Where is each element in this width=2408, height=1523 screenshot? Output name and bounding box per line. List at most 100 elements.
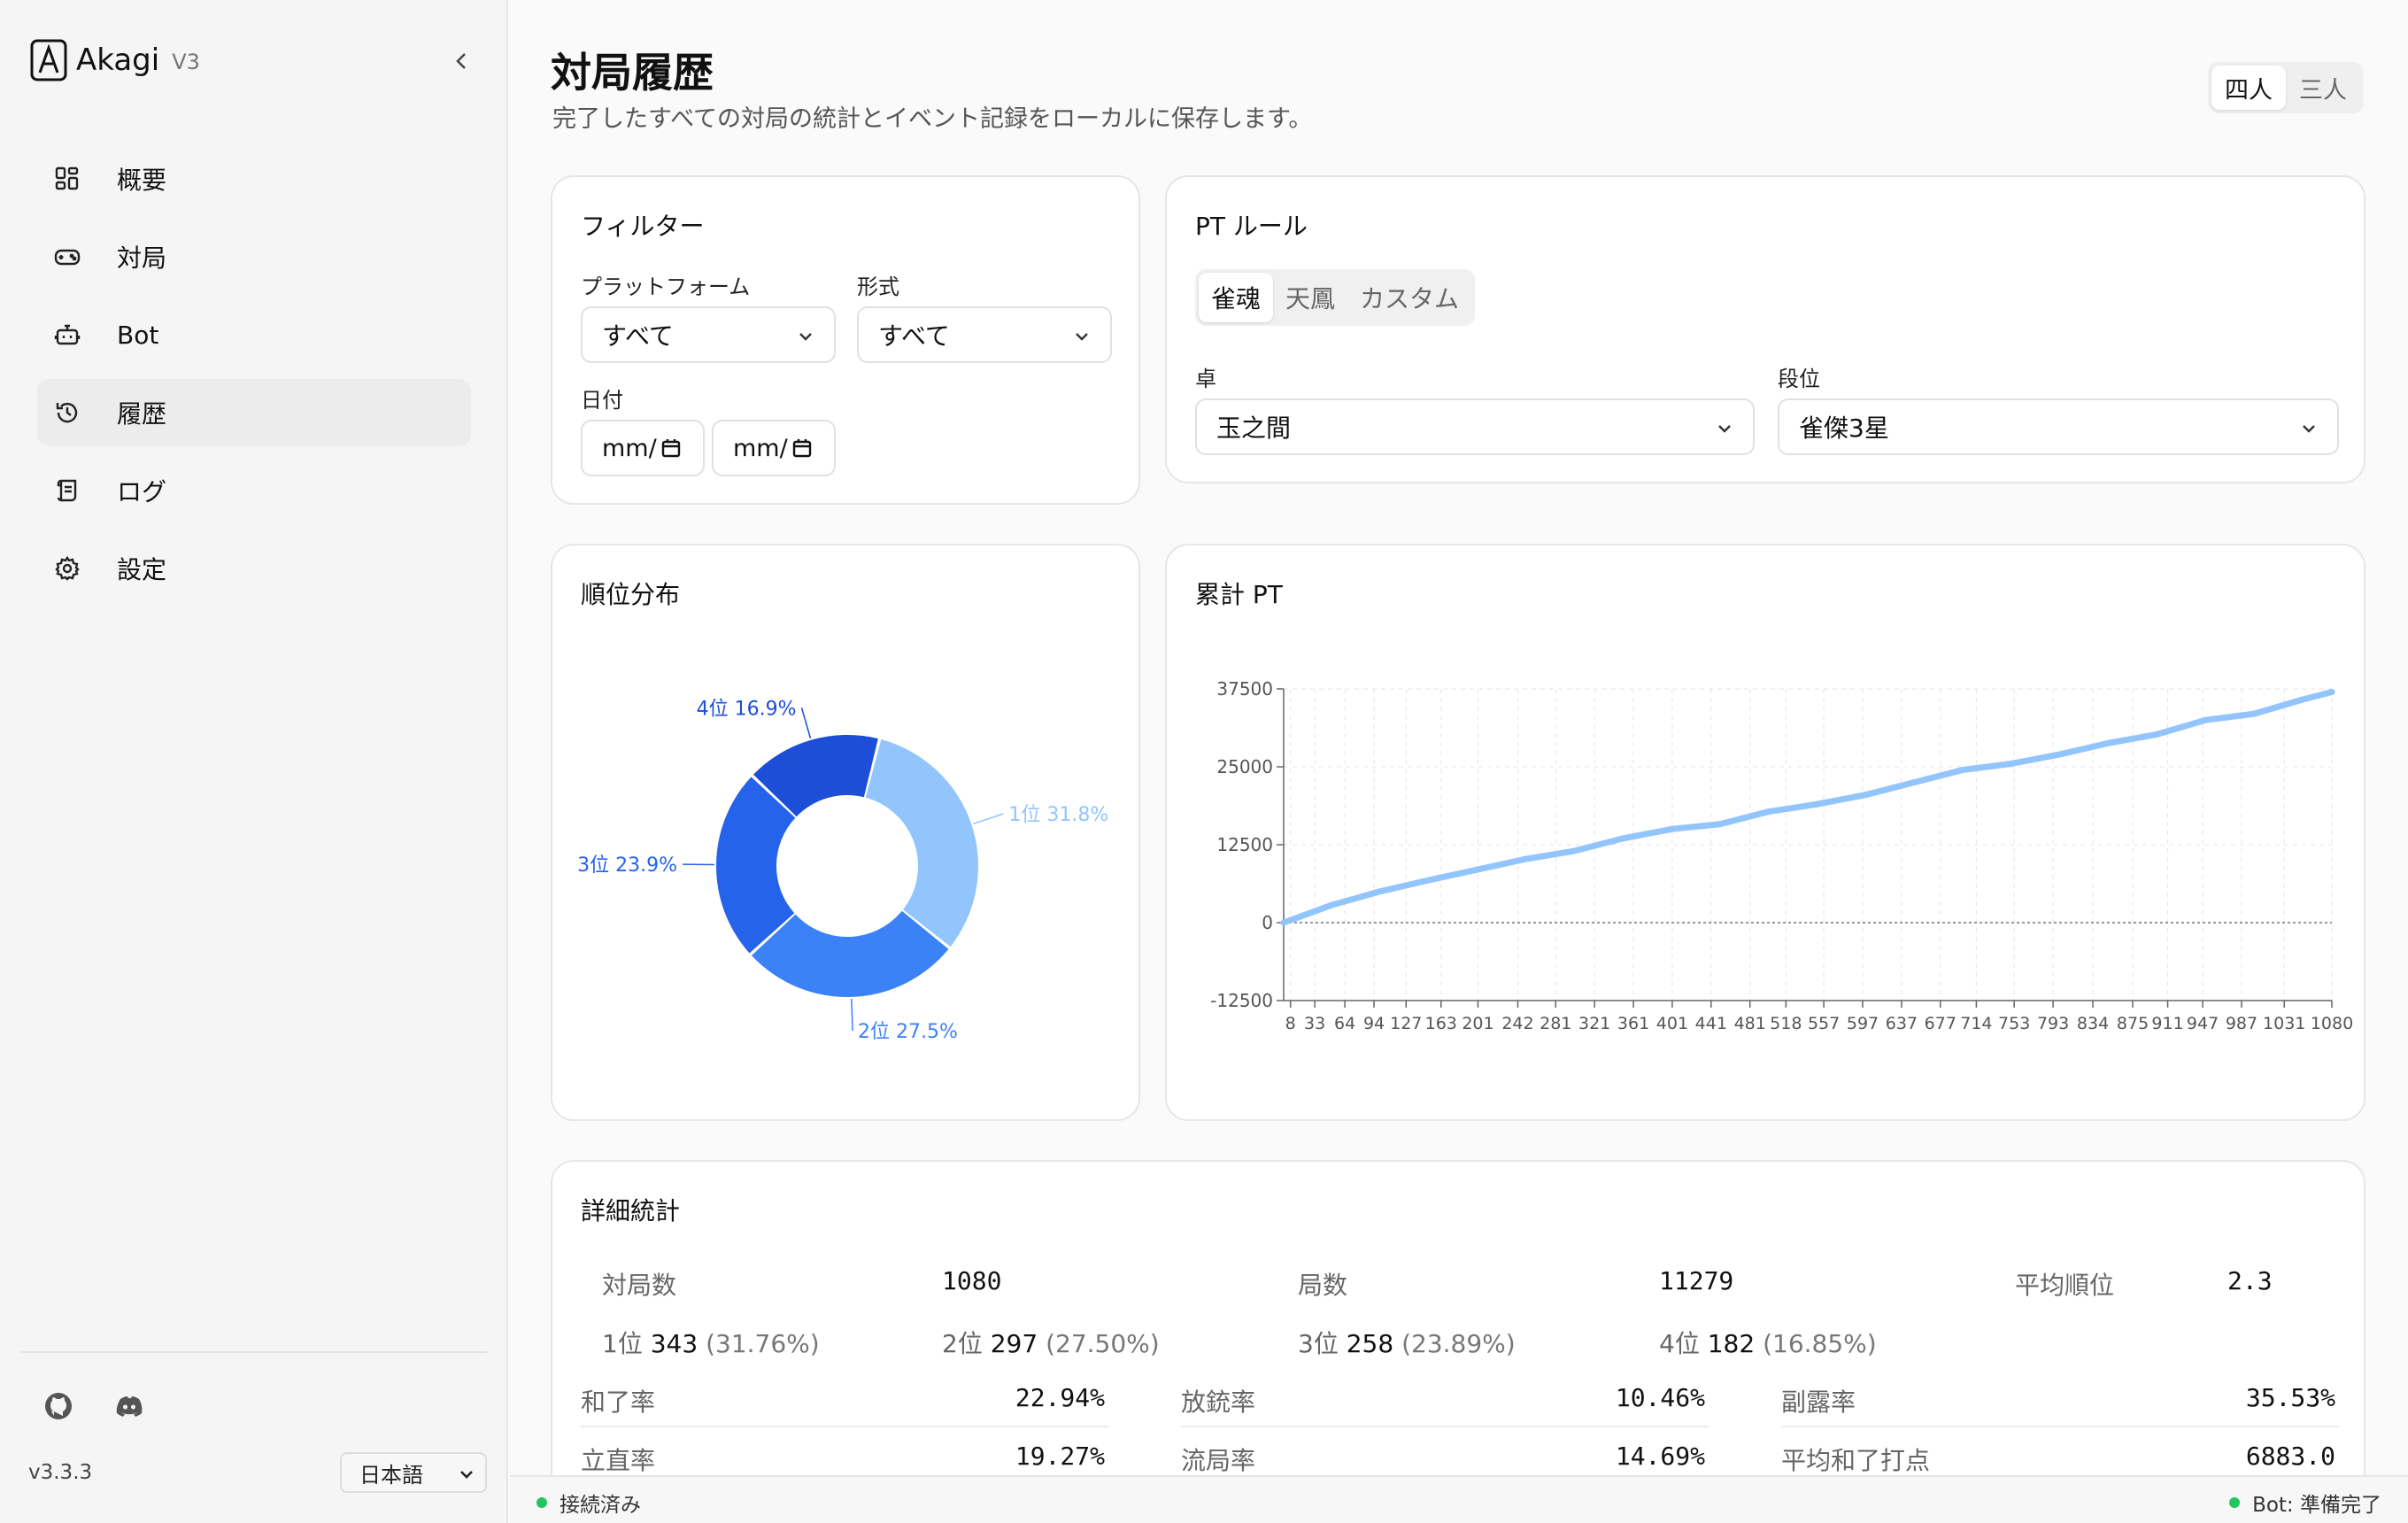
divider (1181, 1426, 1709, 1427)
pt-data-point (1765, 808, 1772, 816)
pt-data-point (1473, 866, 1480, 873)
x-tick-label: 714 (1960, 1014, 1992, 1033)
sidebar-item-bot[interactable]: Bot (37, 301, 471, 368)
y-tick-label: 25000 (1216, 756, 1273, 777)
draw-rate-label: 流局率 (1181, 1446, 1256, 1475)
pie-label: 1位 31.8% (1008, 804, 1108, 826)
x-tick-label: 793 (2037, 1014, 2069, 1033)
sidebar-item-history[interactable]: 履歴 (37, 379, 471, 446)
x-tick-label: 127 (1390, 1014, 1422, 1033)
place-label: 4位 (1659, 1329, 1700, 1358)
place-3-stat: 3位 258 (23.89%) (1298, 1325, 1516, 1360)
calendar-icon[interactable] (791, 437, 813, 459)
format-select[interactable]: すべて (857, 306, 1112, 363)
chevron-left-icon (456, 53, 466, 69)
x-tick-label: 677 (1925, 1014, 1956, 1033)
x-tick-label: 401 (1656, 1014, 1688, 1033)
calendar-icon[interactable] (660, 437, 682, 459)
place-4-stat: 4位 182 (16.85%) (1659, 1325, 1877, 1360)
date-label: 日付 (581, 388, 623, 413)
app-version: v3.3.3 (28, 1461, 93, 1484)
x-tick-label: 518 (1770, 1014, 1802, 1033)
pt-data-point (1813, 800, 1820, 808)
sidebar-item-label: 概要 (117, 166, 167, 195)
divider (581, 1426, 1108, 1427)
rank-value: 雀傑3星 (1799, 414, 1889, 443)
sidebar-item-label: 設定 (117, 555, 167, 584)
pie-label-line (973, 813, 1004, 825)
rounds-value: 11279 (1659, 1266, 1734, 1295)
place-1-stat: 1位 343 (31.76%) (602, 1325, 820, 1360)
deal-in-rate-label: 放銃率 (1181, 1388, 1256, 1417)
pt-data-point (1668, 825, 1675, 832)
date-from-input[interactable]: mm/ (581, 420, 705, 476)
place-label: 1位 (602, 1329, 643, 1358)
platform-select[interactable]: すべて (581, 306, 836, 363)
tab-tenhou[interactable]: 天鳳 (1273, 273, 1347, 322)
tab-custom[interactable]: カスタム (1347, 273, 1471, 322)
x-tick-label: 1031 (2263, 1014, 2305, 1033)
sidebar-item-label: 対局 (117, 244, 167, 273)
gamepad-icon (53, 243, 81, 271)
avg-rank-value: 2.3 (2227, 1266, 2273, 1295)
place-pct: (23.89%) (1401, 1329, 1516, 1358)
status-dot-icon (2229, 1497, 2241, 1508)
detail-stats-title: 詳細統計 (581, 1196, 681, 1225)
sidebar-item-label: Bot (117, 320, 159, 350)
chevron-down-icon (460, 1471, 473, 1479)
pt-data-point (1377, 888, 1384, 895)
four-player-tab[interactable]: 四人 (2211, 66, 2286, 110)
sidebar-item-settings[interactable]: 設定 (37, 535, 471, 602)
pt-data-point (2328, 689, 2335, 696)
table-select[interactable]: 玉之間 (1195, 398, 1755, 455)
place-label: 3位 (1298, 1329, 1339, 1358)
call-rate-label: 副露率 (1781, 1388, 1856, 1417)
filter-title: フィルター (581, 212, 705, 241)
github-icon[interactable] (42, 1390, 74, 1422)
collapse-sidebar-button[interactable] (446, 46, 476, 76)
bot-status: Bot: 準備完了 (2229, 1488, 2381, 1518)
pt-data-point (2008, 760, 2015, 767)
pt-data-point (1717, 821, 1724, 828)
sidebar-item-overview[interactable]: 概要 (37, 145, 471, 213)
tab-mahjongsoul[interactable]: 雀魂 (1199, 273, 1274, 322)
x-tick-label: 637 (1886, 1014, 1918, 1033)
language-select[interactable]: 日本語 (340, 1452, 487, 1493)
platform-value: すべて (602, 321, 674, 351)
akagi-logo-icon (30, 39, 67, 81)
format-label: 形式 (857, 274, 899, 299)
y-tick-label: -12500 (1210, 990, 1273, 1011)
chevron-down-icon (2303, 425, 2315, 433)
sidebar-item-game[interactable]: 対局 (37, 223, 471, 290)
x-tick-label: 911 (2151, 1014, 2183, 1033)
date-to-input[interactable]: mm/ (712, 420, 836, 476)
games-label: 対局数 (602, 1271, 677, 1300)
rank-pie-chart: 1位 31.8% 2位 27.5% 3位 23.9% 4位 16.9% (577, 698, 1108, 1043)
pt-data-point (1862, 792, 1869, 799)
avg-win-points-label: 平均和了打点 (1781, 1446, 1931, 1475)
place-count: 297 (990, 1329, 1038, 1358)
x-tick-label: 947 (2187, 1014, 2219, 1033)
three-player-tab[interactable]: 三人 (2286, 66, 2360, 110)
dashboard-icon (53, 165, 81, 193)
rank-distribution-card: 順位分布 1位 31.8% 2位 27.5% 3位 23.9% 4位 16.9% (551, 544, 1140, 1121)
discord-icon[interactable] (113, 1390, 145, 1422)
sidebar-item-label: 履歴 (117, 399, 167, 429)
sidebar-item-log[interactable]: ログ (37, 457, 471, 524)
x-tick-label: 987 (2226, 1014, 2258, 1033)
x-tick-label: 64 (1334, 1014, 1355, 1033)
date-to-value: mm/ (733, 434, 788, 462)
y-tick-label: 0 (1262, 912, 1273, 933)
bot-icon (53, 321, 81, 349)
version-badge: V3 (172, 50, 200, 74)
pt-data-point (1328, 901, 1335, 908)
pie-slice-1 (865, 739, 978, 947)
scroll-icon (53, 476, 81, 505)
draw-rate-value: 14.69% (1615, 1442, 1705, 1471)
rank-select[interactable]: 雀傑3星 (1778, 398, 2339, 455)
pie-label: 2位 27.5% (858, 1021, 958, 1043)
pt-data-point (1910, 779, 1918, 786)
riichi-rate-value: 19.27% (1015, 1442, 1105, 1471)
pt-data-point (2202, 716, 2209, 723)
pt-data-point (1280, 919, 1287, 926)
